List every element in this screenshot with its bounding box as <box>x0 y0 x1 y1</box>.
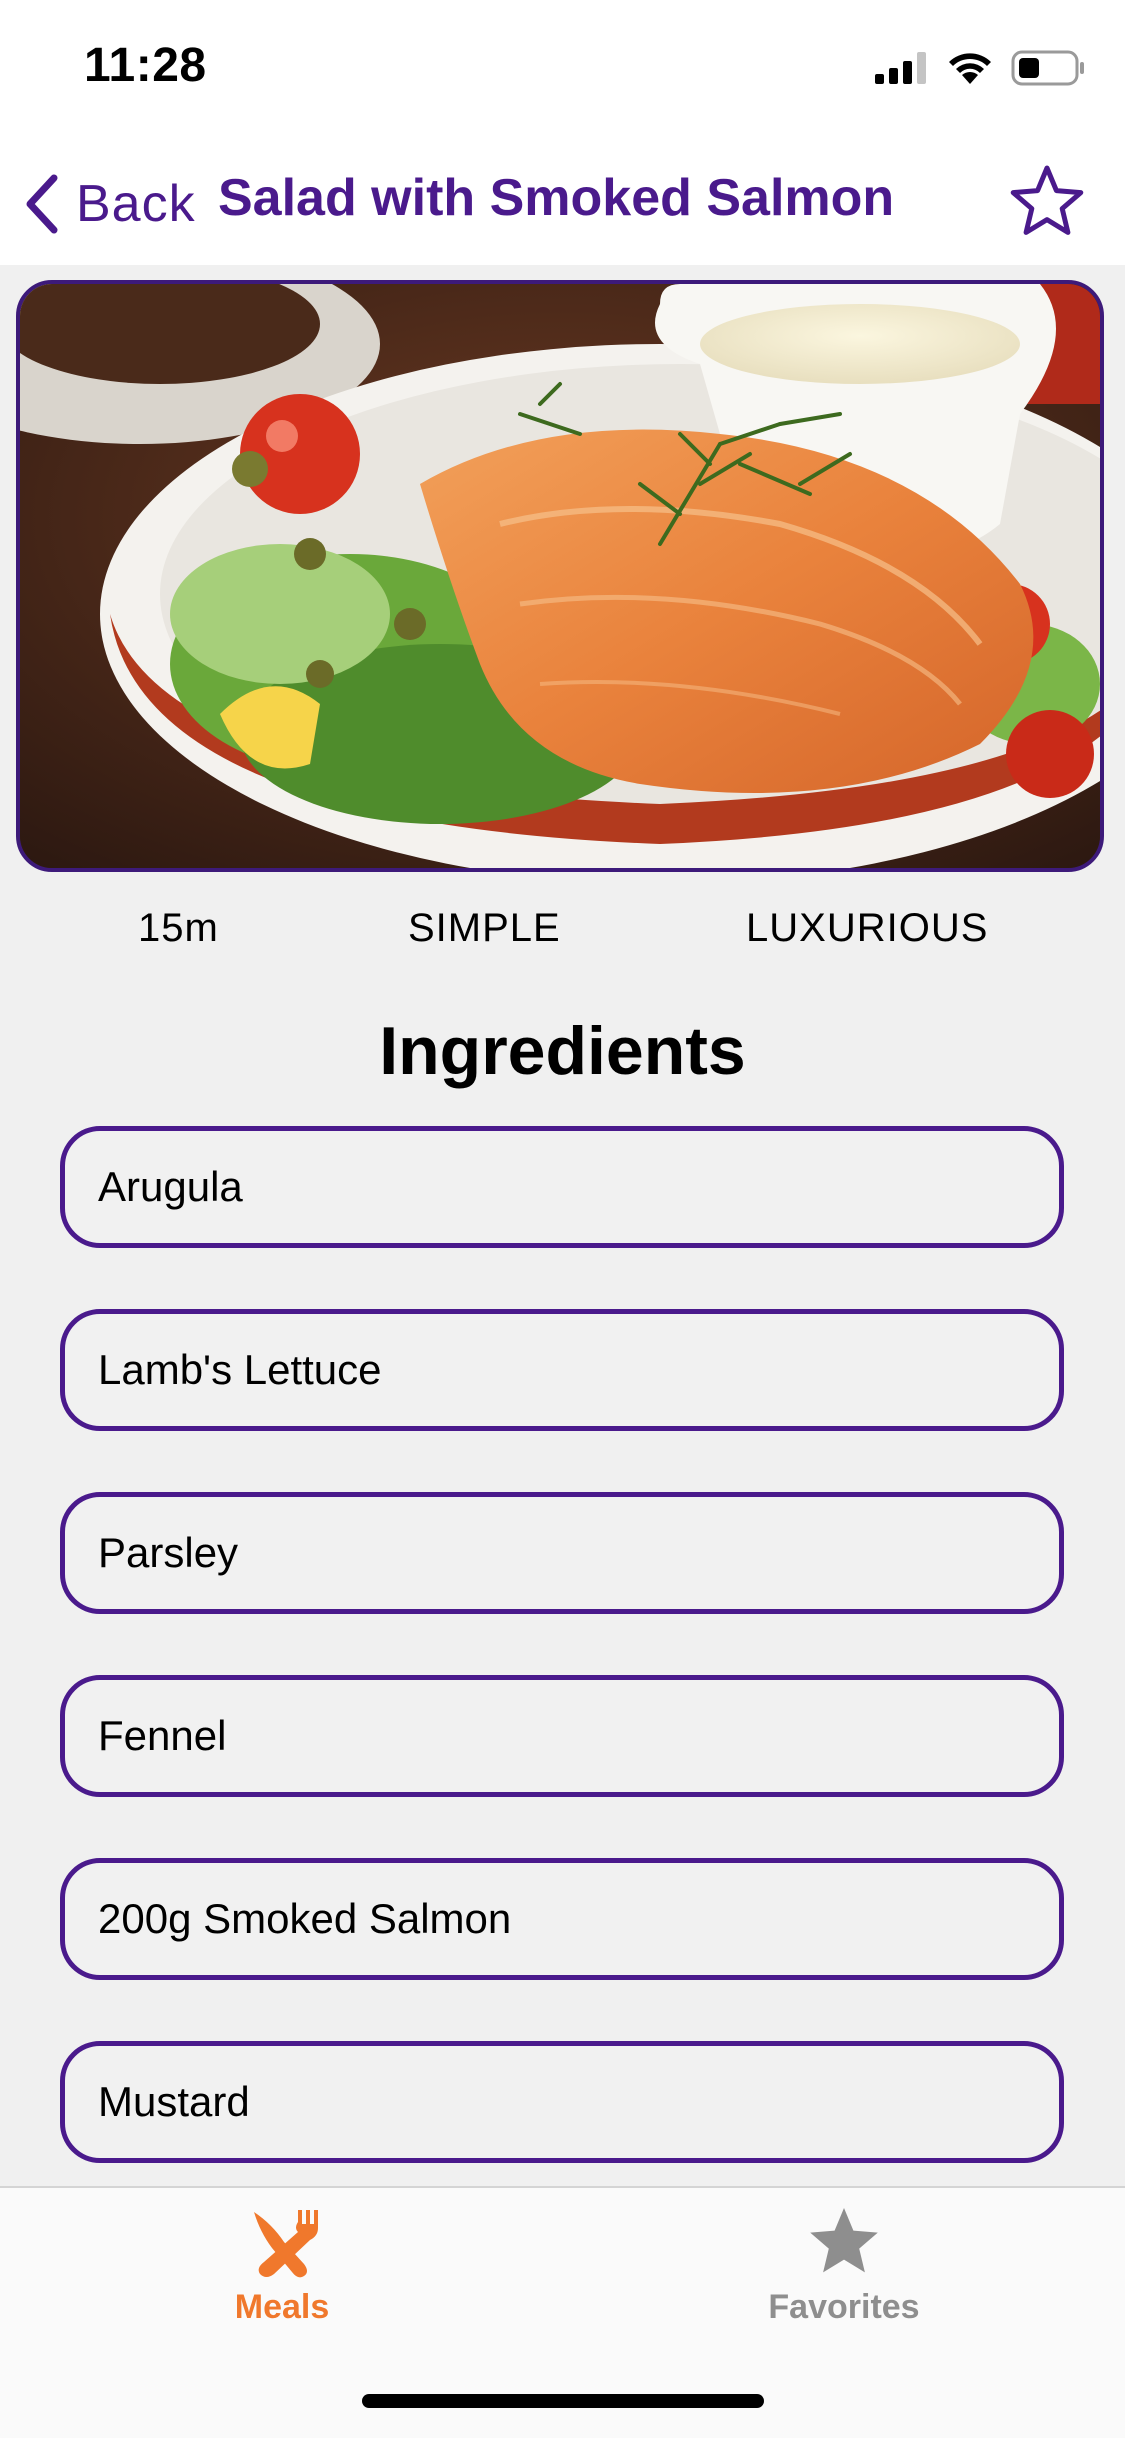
favorite-toggle-button[interactable] <box>1007 162 1087 247</box>
ingredient-item: Arugula <box>60 1126 1064 1248</box>
status-time: 11:28 <box>84 39 207 92</box>
chevron-left-icon <box>26 174 58 234</box>
status-bar: 11:28 <box>0 0 1125 140</box>
status-icons <box>875 50 1085 86</box>
wifi-icon <box>949 53 991 84</box>
cellular-signal-icon <box>875 52 926 84</box>
tab-meals[interactable]: Meals <box>132 2202 432 2327</box>
meal-details-row: 15m SIMPLE LUXURIOUS <box>0 906 1125 966</box>
ingredient-item: Mustard <box>60 2041 1064 2163</box>
tab-bar: Meals Favorites <box>0 2186 1125 2438</box>
ingredient-item: Parsley <box>60 1492 1064 1614</box>
page-title: Salad with Smoked Salmon <box>218 169 895 227</box>
ingredient-item: 200g Smoked Salmon <box>60 1858 1064 1980</box>
fork-knife-icon <box>254 2210 318 2278</box>
ingredient-list: Arugula Lamb's Lettuce Parsley Fennel 20… <box>60 1126 1064 2224</box>
battery-icon <box>1011 50 1084 86</box>
ingredients-heading: Ingredients <box>379 1013 746 1089</box>
tab-meals-label: Meals <box>234 2288 330 2326</box>
affordability-label: LUXURIOUS <box>746 906 989 950</box>
home-indicator[interactable] <box>362 2394 764 2408</box>
back-label: Back <box>76 175 196 233</box>
star-icon <box>810 2208 878 2273</box>
navigation-bar: Back Salad with Smoked Salmon <box>0 140 1125 265</box>
ingredient-item: Fennel <box>60 1675 1064 1797</box>
tab-favorites[interactable]: Favorites <box>694 2202 994 2327</box>
duration-label: 15m <box>138 906 219 950</box>
back-button[interactable]: Back <box>22 172 196 236</box>
ingredient-item: Lamb's Lettuce <box>60 1309 1064 1431</box>
complexity-label: SIMPLE <box>408 906 561 950</box>
salmon-salad-illustration <box>20 284 1100 868</box>
meal-image <box>16 280 1104 872</box>
star-outline-icon <box>1010 165 1084 235</box>
tab-favorites-label: Favorites <box>768 2288 920 2326</box>
